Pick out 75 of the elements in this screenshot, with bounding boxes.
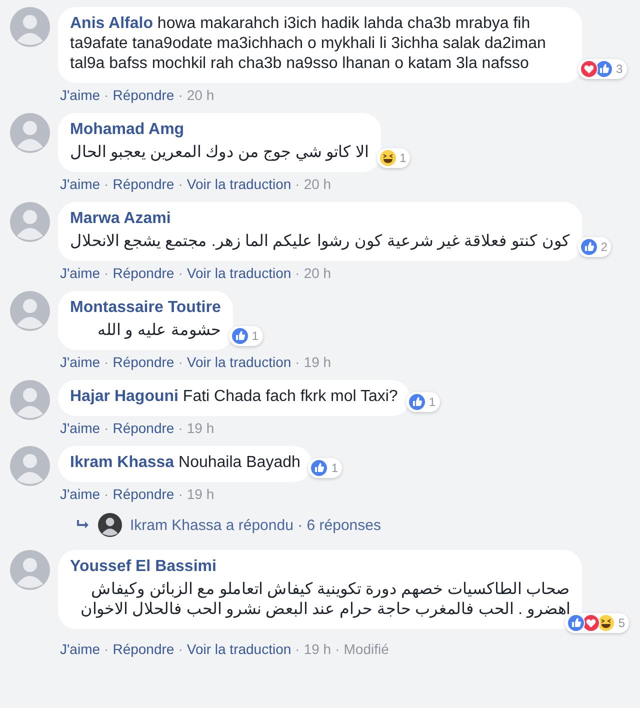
avatar-icon (98, 513, 122, 537)
author-link[interactable]: Marwa Azami (70, 209, 570, 229)
separator-dot: · (295, 176, 300, 193)
avatar-icon[interactable] (10, 291, 50, 331)
action-link[interactable]: Répondre (112, 176, 174, 193)
author-link[interactable]: Hajar Hagouni (70, 388, 178, 405)
separator-dot: · (178, 486, 183, 503)
replies-link[interactable]: Ikram Khassa a répondu · 6 réponses (130, 516, 381, 534)
reaction-count: 2 (600, 240, 608, 254)
separator-dot: · (178, 354, 183, 371)
comment-text-line: Ikram Khassa Nouhaila Bayadh (70, 454, 300, 471)
action-link[interactable]: J'aime (60, 641, 100, 658)
timestamp: 19 h (304, 354, 332, 371)
action-link[interactable]: Répondre (112, 265, 174, 282)
action-link[interactable]: Répondre (112, 354, 174, 371)
timestamp: 19 h (304, 641, 332, 658)
timestamp: 20 h (186, 87, 214, 104)
action-link[interactable]: Voir la traduction (186, 641, 292, 658)
avatar-icon[interactable] (10, 446, 50, 486)
action-link[interactable]: Répondre (112, 641, 174, 658)
reaction-count: 5 (618, 616, 625, 630)
author-link[interactable]: Montassaire Toutire (70, 298, 221, 318)
action-link[interactable]: J'aime (60, 87, 100, 104)
action-link[interactable]: Voir la traduction (186, 265, 292, 282)
action-link[interactable]: Répondre (112, 486, 174, 503)
timestamp: 20 h (304, 176, 332, 193)
reply-arrow-icon (76, 519, 90, 531)
separator-dot: · (104, 486, 109, 503)
reaction-count: 1 (331, 461, 338, 475)
avatar-icon[interactable] (10, 202, 50, 242)
separator-dot: · (104, 354, 109, 371)
action-link[interactable]: J'aime (60, 265, 100, 282)
author-link[interactable]: Youssef El Bassimi (70, 557, 570, 577)
avatar-icon[interactable] (10, 380, 50, 420)
separator-dot: · (104, 265, 109, 282)
comment-text: كون كنتو فعلاقة غير شرعية كون رشوا عليكم الما زهر. مجتمع يشجع الانحلال (70, 232, 570, 252)
separator-dot: · (178, 420, 183, 437)
separator-dot: · (178, 265, 183, 282)
action-link[interactable]: J'aime (60, 486, 100, 503)
separator-dot: · (295, 265, 300, 282)
reaction-count: 1 (428, 395, 436, 409)
author-link[interactable]: Mohamad Amg (70, 120, 369, 140)
comment-text-line: Anis Alfalo howa makarahch i3ich hadik lahda cha3b mrabya fih ta9afate tana9odate ma3ichhach o mykhali li 3ichha salak da2iman tal9a bafss mochkil rah cha3b na9sso lhanan o katam 3la nafsso (70, 15, 546, 72)
comment-text-line: Hajar Hagouni Fati Chada fach fkrk mol Taxi? (70, 388, 398, 405)
separator-dot: · (295, 354, 300, 371)
reaction-count: 3 (616, 62, 623, 76)
separator-dot: · (104, 87, 109, 104)
avatar-icon[interactable] (10, 7, 50, 47)
action-link[interactable]: J'aime (60, 176, 100, 193)
reaction-count: 1 (400, 151, 406, 165)
action-link[interactable]: J'aime (60, 420, 100, 437)
separator-dot: · (178, 87, 183, 104)
comment-text: الا كاتو شي جوج من دوك المعرين يعجبو الحال (70, 143, 369, 163)
separator-dot: · (104, 420, 109, 437)
reaction-count: 1 (252, 329, 259, 343)
edited-label: Modifié (344, 641, 389, 658)
timestamp: 19 h (186, 420, 214, 437)
action-link[interactable]: Voir la traduction (186, 176, 292, 193)
comment-text: حشومة عليه و الله (96, 321, 221, 341)
action-link[interactable]: Répondre (112, 87, 174, 104)
separator-dot: · (178, 641, 183, 658)
author-link[interactable]: Ikram Khassa (70, 454, 174, 471)
separator-dot: · (104, 176, 109, 193)
author-link[interactable]: Anis Alfalo (70, 15, 153, 32)
action-link[interactable]: Voir la traduction (186, 354, 292, 371)
separator-dot: · (104, 641, 109, 658)
action-link[interactable]: Répondre (112, 420, 174, 437)
avatar-icon[interactable] (10, 113, 50, 153)
timestamp: 20 h (304, 265, 332, 282)
action-link[interactable]: J'aime (60, 354, 100, 371)
avatar-icon[interactable] (10, 550, 50, 590)
timestamp: 19 h (186, 486, 214, 503)
separator-dot: · (295, 641, 300, 658)
separator-dot: · (178, 176, 183, 193)
separator-dot: · (335, 641, 340, 658)
